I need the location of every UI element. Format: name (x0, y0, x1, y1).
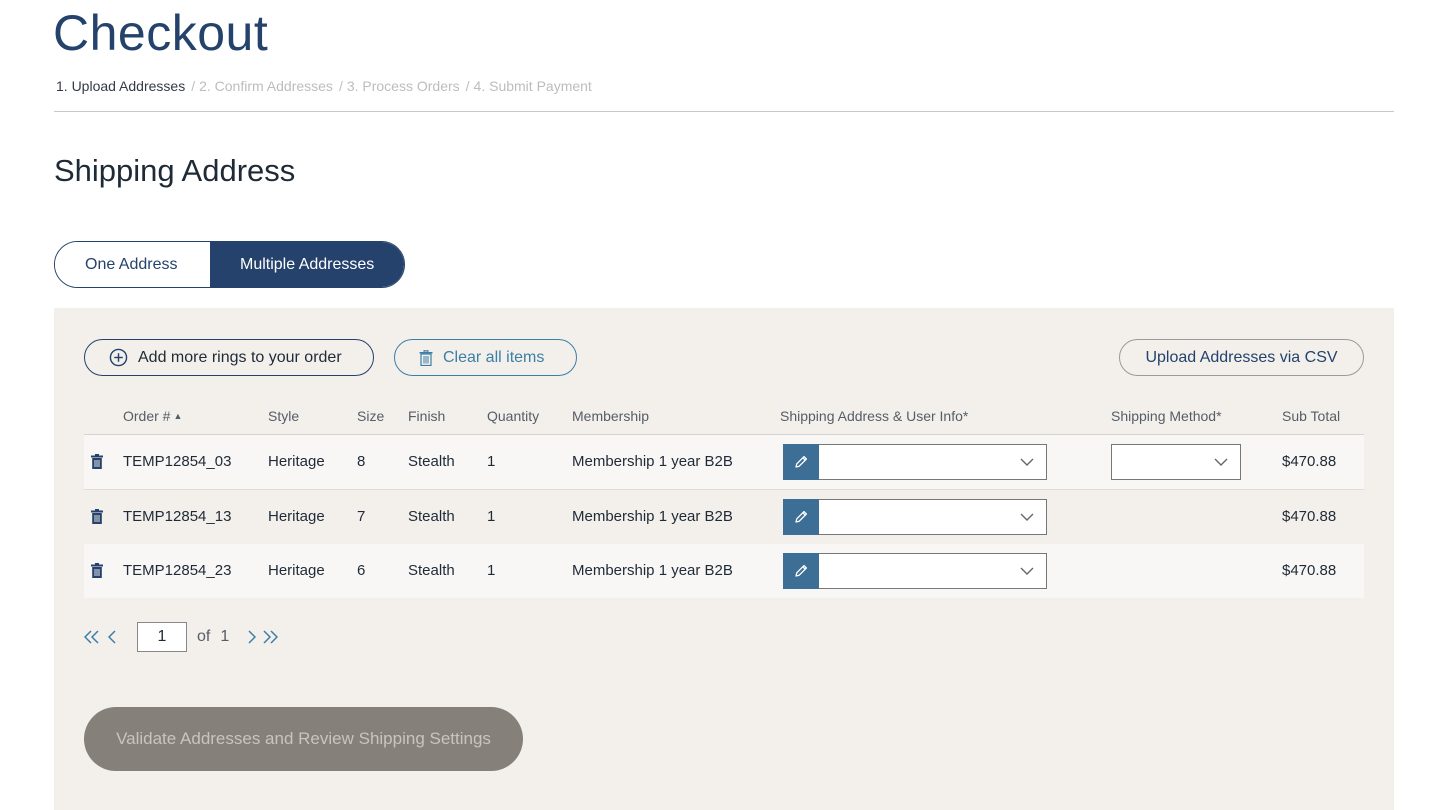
validate-addresses-button[interactable]: Validate Addresses and Review Shipping S… (84, 707, 523, 771)
column-size: Size (357, 408, 385, 424)
trash-icon (91, 454, 103, 469)
order-number: TEMP12854_03 (123, 453, 232, 470)
breadcrumb-step-process: 3. Process Orders (346, 78, 460, 94)
finish-cell: Stealth (408, 508, 455, 525)
chevron-down-icon (1214, 458, 1228, 466)
style-cell: Heritage (268, 453, 325, 470)
edit-address-button[interactable] (783, 444, 819, 480)
membership-cell: Membership 1 year B2B (572, 453, 733, 470)
header-divider (54, 111, 1394, 112)
one-address-tab[interactable]: One Address (55, 242, 210, 287)
breadcrumb: 1. Upload Addresses / 2. Confirm Address… (56, 77, 592, 95)
trash-icon (91, 563, 103, 578)
chevron-down-icon (1020, 513, 1034, 521)
column-subtotal: Sub Total (1282, 408, 1341, 424)
section-title: Shipping Address (54, 153, 296, 188)
column-finish: Finish (408, 408, 446, 424)
address-mode-toggle: One Address Multiple Addresses (54, 241, 406, 288)
upload-csv-label: Upload Addresses via CSV (1145, 348, 1338, 366)
breadcrumb-step-confirm: 2. Confirm Addresses (199, 78, 333, 94)
column-address: Shipping Address & User Info* (780, 408, 969, 424)
address-dropdown[interactable] (819, 444, 1047, 480)
breadcrumb-separator: / (465, 78, 470, 94)
column-order-label: Order # (123, 408, 171, 424)
address-field-group (783, 553, 1047, 589)
breadcrumb-separator: / (338, 78, 343, 94)
edit-address-button[interactable] (783, 499, 819, 535)
pencil-icon (795, 510, 808, 523)
size-cell: 8 (357, 453, 366, 470)
column-method: Shipping Method* (1111, 408, 1222, 424)
next-page-icon[interactable] (247, 630, 257, 644)
address-dropdown[interactable] (819, 499, 1047, 535)
style-cell: Heritage (268, 508, 325, 525)
last-page-icon[interactable] (262, 630, 279, 644)
upload-csv-button[interactable]: Upload Addresses via CSV (1119, 339, 1364, 376)
delete-row-button[interactable] (91, 454, 103, 473)
address-dropdown[interactable] (819, 553, 1047, 589)
quantity-cell: 1 (487, 562, 496, 579)
trash-icon (91, 509, 103, 524)
multiple-addresses-tab[interactable]: Multiple Addresses (210, 242, 405, 287)
table-row: TEMP12854_03 Heritage 8 Stealth 1 Member… (84, 435, 1364, 490)
total-pages: 1 (220, 628, 230, 645)
table-row: TEMP12854_13 Heritage 7 Stealth 1 Member… (84, 490, 1364, 545)
membership-cell: Membership 1 year B2B (572, 562, 733, 579)
plus-circle-icon (109, 348, 128, 367)
column-order[interactable]: Order # ▲ (123, 406, 182, 426)
page-number-input[interactable]: 1 (137, 622, 187, 652)
membership-cell: Membership 1 year B2B (572, 508, 733, 525)
first-page-icon[interactable] (84, 630, 100, 644)
breadcrumb-separator: / (191, 78, 196, 94)
clear-all-items-label: Clear all items (443, 348, 545, 366)
trash-icon (419, 349, 433, 366)
edit-address-button[interactable] (783, 553, 819, 589)
page-title: Checkout (53, 5, 269, 61)
quantity-cell: 1 (487, 453, 496, 470)
shipping-method-dropdown[interactable] (1111, 444, 1241, 480)
checkout-page: Checkout 1. Upload Addresses / 2. Confir… (0, 0, 1448, 810)
finish-cell: Stealth (408, 453, 455, 470)
sort-ascending-icon: ▲ (173, 411, 183, 421)
clear-all-items-button[interactable]: Clear all items (394, 339, 577, 376)
add-more-rings-button[interactable]: Add more rings to your order (84, 339, 374, 376)
table-header: Order # ▲ Style Size Finish Quantity Memb… (84, 406, 1364, 435)
subtotal-cell: $470.88 (1282, 453, 1337, 470)
delete-row-button[interactable] (91, 563, 103, 582)
subtotal-cell: $470.88 (1282, 562, 1337, 579)
breadcrumb-step-upload: 1. Upload Addresses (56, 78, 186, 94)
address-field-group (783, 444, 1047, 480)
subtotal-cell: $470.88 (1282, 508, 1337, 525)
finish-cell: Stealth (408, 562, 455, 579)
pencil-icon (795, 455, 808, 468)
size-cell: 7 (357, 508, 366, 525)
order-number: TEMP12854_13 (123, 508, 232, 525)
page-of-label: of (197, 628, 211, 645)
column-style: Style (268, 408, 300, 424)
table-row: TEMP12854_23 Heritage 6 Stealth 1 Member… (84, 544, 1364, 598)
size-cell: 6 (357, 562, 366, 579)
quantity-cell: 1 (487, 508, 496, 525)
chevron-down-icon (1020, 458, 1034, 466)
order-number: TEMP12854_23 (123, 562, 232, 579)
breadcrumb-step-payment: 4. Submit Payment (473, 78, 592, 94)
style-cell: Heritage (268, 562, 325, 579)
prev-page-icon[interactable] (108, 630, 117, 644)
pagination: 1 of 1 (84, 622, 279, 652)
address-field-group (783, 499, 1047, 535)
chevron-down-icon (1020, 567, 1034, 575)
add-more-rings-label: Add more rings to your order (138, 348, 342, 366)
column-quantity: Quantity (487, 408, 540, 424)
pencil-icon (795, 564, 808, 577)
column-membership: Membership (572, 408, 650, 424)
orders-panel: Add more rings to your order Clear all i… (54, 308, 1394, 810)
delete-row-button[interactable] (91, 509, 103, 528)
